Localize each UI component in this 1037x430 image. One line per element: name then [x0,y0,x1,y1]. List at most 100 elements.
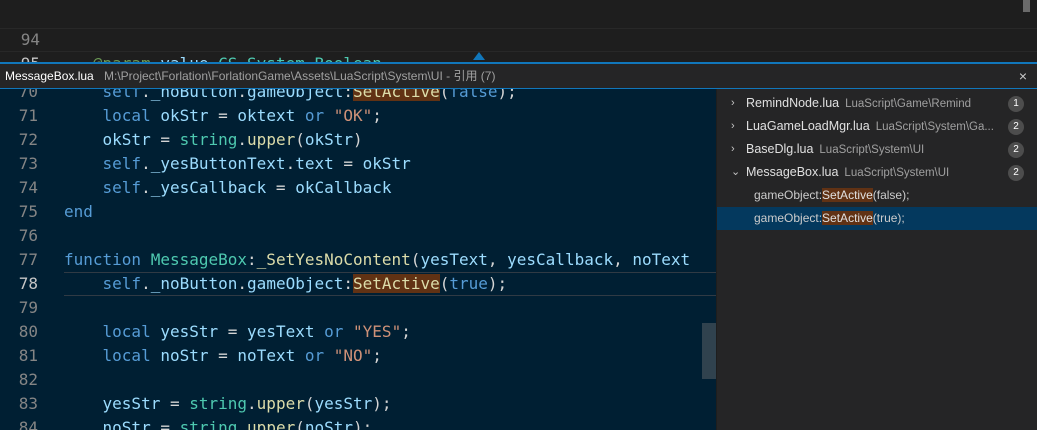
code-token: gameObject [247,89,344,101]
scrollbar-thumb[interactable] [702,323,716,379]
code-token: noStr [102,418,151,430]
reference-item[interactable]: gameObject:SetActive(false); [717,184,1037,207]
code-token: self [102,178,142,197]
code-token: okStr [304,130,354,149]
reference-suffix: (false); [872,188,910,202]
code-text: okStr = string.upper(okStr) [64,128,363,152]
code-text: self._yesCallback = okCallback [64,176,392,200]
code-token: or [304,106,325,125]
code-token: oktext [237,106,296,125]
code-token: local [102,322,151,341]
peek-pointer-arrow [473,52,485,60]
peek-editor[interactable]: 70 self._noButton.gameObject:SetActive(f… [0,89,716,430]
code-token: = [150,418,180,430]
code-text: self._noButton.gameObject:SetActive(fals… [64,89,517,104]
code-token: = [266,178,296,197]
code-token: ; [372,346,382,365]
reference-file-path: LuaScript\System\UI [844,167,950,179]
code-token: _noButton [150,274,238,293]
code-token: ) [353,130,363,149]
code-token: SetActive [353,89,440,101]
code-token: ( [295,418,305,430]
code-token: : [247,250,257,269]
code-token: okStr [362,154,411,173]
chevron-right-icon: › [731,120,735,132]
line-number: 84 [18,418,38,430]
line-number: 79 [18,298,38,317]
scrollbar-thumb[interactable] [1023,0,1030,12]
code-line-95[interactable]: 95 function CS.UnityEngine.GameObject:Se… [0,28,594,97]
code-text: self._noButton.gameObject:SetActive(true… [64,272,507,296]
code-token: self [102,89,142,101]
code-token: gameObject [247,274,344,293]
code-token: function [64,250,142,269]
code-token: . [237,418,248,430]
code-token: noStr [304,418,354,430]
code-text: yesStr = string.upper(yesStr); [64,392,392,416]
code-token: false [449,89,498,101]
code-token: ( [439,89,450,101]
code-token: . [237,89,248,101]
code-token: . [141,178,151,197]
code-token: ; [401,322,411,341]
code-token: = [333,154,363,173]
reference-prefix: gameObject: [754,211,823,225]
reference-match: SetActive [822,211,873,225]
line-number: 74 [18,178,38,197]
code-token: SetActive [353,274,440,293]
reference-file-path: LuaScript\System\Ga... [875,121,994,133]
reference-file-messagebox[interactable]: ⌄ MessageBox.lua LuaScript\System\UI 2 [717,161,1037,184]
code-token: yesStr [314,394,373,413]
code-token: yesText [247,322,315,341]
reference-file-name: BaseDlg.lua [746,142,814,156]
code-token: = [208,106,238,125]
code-token: ; [372,106,382,125]
code-token: okCallback [295,178,392,197]
code-token: . [237,274,248,293]
code-text: local yesStr = yesText or "YES"; [64,320,411,344]
code-token: "YES" [353,322,402,341]
code-token: upper [247,130,296,149]
code-token: , [613,250,633,269]
reference-count-badge: 2 [1008,119,1024,135]
code-token: _noButton [150,89,238,101]
code-line-94[interactable]: 94 ---@param value CS.System.Boolean [0,4,382,73]
reference-file-remindnode[interactable]: › RemindNode.lua LuaScript\Game\Remind 1 [717,92,1037,115]
reference-item-selected[interactable]: gameObject:SetActive(true); [717,207,1037,230]
code-token: okStr [102,130,151,149]
code-token: noStr [160,346,209,365]
chevron-down-icon: ⌄ [731,166,741,178]
line-number: 75 [18,202,38,221]
code-token: end [64,202,93,221]
code-token: ( [410,250,421,269]
code-token: ( [439,274,450,293]
code-token: = [208,346,238,365]
peek-file-name[interactable]: MessageBox.lua [5,64,94,89]
close-icon[interactable]: × [1019,64,1027,89]
code-token: yesStr [102,394,161,413]
reference-file-luagameloadmgr[interactable]: › LuaGameLoadMgr.lua LuaScript\System\Ga.… [717,115,1037,138]
code-token: string [179,130,238,149]
reference-prefix: gameObject: [754,188,823,202]
code-token: noText [237,346,296,365]
line-number: 70 [18,89,38,101]
reference-file-basedlg[interactable]: › BaseDlg.lua LuaScript\System\UI 2 [717,138,1037,161]
reference-count-badge: 2 [1008,142,1024,158]
code-token: noText [632,250,691,269]
code-text: end [64,200,93,224]
top-editor[interactable]: 94 ---@param value CS.System.Boolean 95 … [0,0,1037,97]
references-list: › RemindNode.lua LuaScript\Game\Remind 1 … [717,89,1037,430]
reference-file-name: RemindNode.lua [746,96,840,110]
peek-header: MessageBox.lua M:\Project\Forlation\Forl… [0,62,1037,89]
